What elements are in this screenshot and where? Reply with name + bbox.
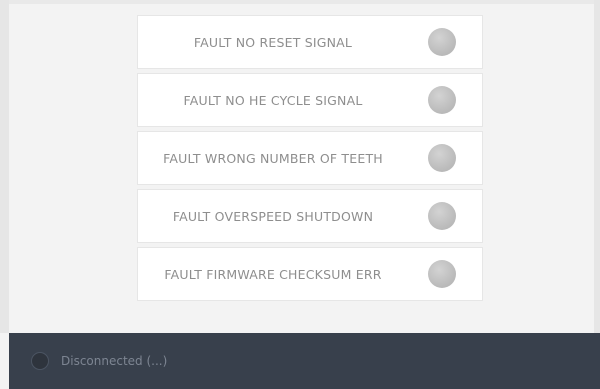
fault-row-overspeed-shutdown: FAULT OVERSPEED SHUTDOWN: [137, 189, 483, 243]
top-divider: [0, 0, 600, 4]
status-led-icon: [428, 202, 456, 230]
status-led-icon: [428, 260, 456, 288]
connection-status-icon: [31, 352, 49, 370]
fault-row-no-he-cycle-signal: FAULT NO HE CYCLE SIGNAL: [137, 73, 483, 127]
app-window: FAULT NO RESET SIGNAL FAULT NO HE CYCLE …: [0, 0, 600, 389]
left-edge: [0, 0, 9, 333]
fault-label: FAULT FIRMWARE CHECKSUM ERR: [164, 266, 382, 282]
connection-status-bar: Disconnected (...): [9, 333, 600, 389]
fault-row-wrong-number-of-teeth: FAULT WRONG NUMBER OF TEETH: [137, 131, 483, 185]
fault-label: FAULT NO HE CYCLE SIGNAL: [183, 92, 363, 108]
fault-label: FAULT NO RESET SIGNAL: [193, 34, 353, 50]
status-led-icon: [428, 86, 456, 114]
fault-label: FAULT OVERSPEED SHUTDOWN: [172, 208, 374, 224]
status-led-icon: [428, 144, 456, 172]
fault-row-no-reset-signal: FAULT NO RESET SIGNAL: [137, 15, 483, 69]
fault-label: FAULT WRONG NUMBER OF TEETH: [163, 150, 383, 166]
connection-status-text: Disconnected (...): [61, 354, 168, 368]
fault-list: FAULT NO RESET SIGNAL FAULT NO HE CYCLE …: [137, 15, 483, 305]
status-led-icon: [428, 28, 456, 56]
fault-row-firmware-checksum-err: FAULT FIRMWARE CHECKSUM ERR: [137, 247, 483, 301]
right-edge: [594, 0, 600, 333]
